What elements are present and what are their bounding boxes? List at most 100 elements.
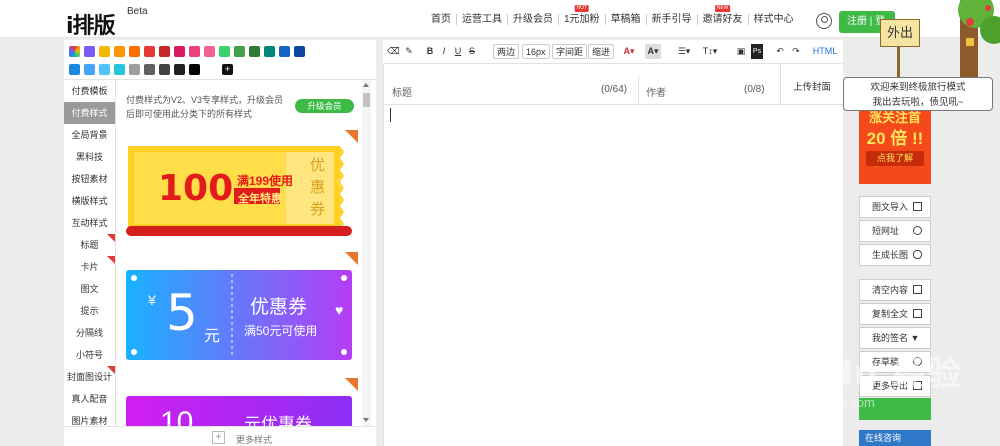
leftnav-item-image-text[interactable]: 图文	[64, 278, 115, 300]
color-swatch[interactable]	[114, 46, 125, 57]
leftnav-item-buttons[interactable]: 按钮素材	[64, 168, 115, 190]
field-divider	[638, 76, 639, 104]
color-swatch[interactable]	[174, 46, 185, 57]
color-swatch[interactable]	[174, 64, 185, 75]
nav-item-drafts[interactable]: 草稿箱	[606, 14, 647, 25]
eraser-icon[interactable]: ⌫	[387, 44, 400, 59]
color-swatch[interactable]	[159, 46, 170, 57]
nav-item-followers[interactable]: HOT 1元加粉	[559, 5, 606, 25]
bold-icon[interactable]: B	[425, 44, 435, 59]
leftnav-item-paid-templates[interactable]: 付费模板	[64, 80, 115, 102]
color-swatch[interactable]	[144, 64, 155, 75]
leftnav-item-horizontal[interactable]: 横版样式	[64, 190, 115, 212]
more-styles-label[interactable]: 更多样式	[236, 433, 272, 446]
coupon-style-card[interactable]: 10 元优惠券	[120, 378, 358, 426]
highlight-color-icon[interactable]: A▾	[645, 44, 661, 59]
color-swatch[interactable]	[219, 46, 230, 57]
color-swatch[interactable]	[249, 46, 260, 57]
leftnav-item-cover-design[interactable]: 封面图设计	[64, 366, 115, 388]
color-swatch[interactable]	[264, 46, 275, 57]
nav-item-style-center[interactable]: 样式中心	[749, 14, 799, 25]
indent-button[interactable]: 缩进	[588, 44, 615, 59]
letter-spacing-button[interactable]: 字间距	[552, 44, 588, 59]
color-swatch[interactable]	[159, 64, 170, 75]
coupon-graphic	[126, 396, 352, 426]
promo-learn-more-button[interactable]: 点我了解	[866, 151, 924, 166]
margin-button[interactable]: 两边	[493, 44, 520, 59]
copy-all-button[interactable]: 复制全文	[859, 303, 931, 325]
short-url-button[interactable]: 短网址	[859, 220, 931, 242]
title-field-label[interactable]: 标题	[392, 84, 412, 99]
undo-icon[interactable]: ↶	[775, 44, 785, 59]
trash-icon	[913, 285, 922, 294]
strikethrough-icon[interactable]: S	[467, 44, 477, 59]
favorite-heart-icon[interactable]: ♡	[336, 176, 349, 193]
redo-icon[interactable]: ↷	[791, 44, 801, 59]
leftnav-item-interactive[interactable]: 互动样式	[64, 212, 115, 234]
font-size-select[interactable]: 16px	[522, 44, 550, 59]
nav-item-home[interactable]: 首页	[426, 14, 457, 25]
coupon-style-card[interactable]: 100 满199使用 全年特惠 优惠券 ♡	[120, 130, 358, 240]
user-icon[interactable]	[816, 13, 832, 29]
nav-item-guide[interactable]: 新手引导	[647, 14, 698, 25]
text-style-icon[interactable]: T↕▾	[701, 44, 719, 59]
style-panel-scrollbar[interactable]	[362, 80, 371, 426]
photoshop-icon[interactable]: Ps	[751, 44, 763, 59]
upload-cover-button[interactable]: 上传封面	[793, 79, 831, 93]
scroll-up-icon[interactable]	[363, 83, 369, 87]
watermark-brand: Baidu 经验	[765, 354, 962, 394]
color-swatch[interactable]	[129, 64, 140, 75]
color-swatch[interactable]	[84, 64, 95, 75]
leftnav-item-title[interactable]: 标题	[64, 234, 115, 256]
color-swatch[interactable]	[189, 64, 200, 75]
color-swatch[interactable]	[99, 64, 110, 75]
clear-content-button[interactable]: 清空内容	[859, 279, 931, 301]
logo[interactable]: i排版	[66, 8, 116, 40]
color-swatch[interactable]	[144, 46, 155, 57]
add-color-icon[interactable]: +	[222, 64, 233, 75]
color-picker-icon[interactable]	[69, 46, 80, 57]
scroll-down-icon[interactable]	[363, 418, 369, 422]
hand-icon	[913, 250, 922, 259]
leftnav-item-global-bg[interactable]: 全局背景	[64, 124, 115, 146]
online-consult-button[interactable]: 在线咨询	[859, 430, 931, 446]
top-bar: i排版 Beta 首页 运营工具 升级会员 HOT 1元加粉 草稿箱 新手引导 N…	[0, 0, 1000, 40]
leftnav-item-voice[interactable]: 真人配音	[64, 388, 115, 410]
favorite-heart-icon[interactable]: ♥	[335, 302, 343, 318]
nav-item-ops-tools[interactable]: 运营工具	[457, 14, 508, 25]
leftnav-item-paid-styles[interactable]: 付费样式	[64, 102, 115, 124]
format-brush-icon[interactable]: ✎	[403, 44, 415, 59]
top-nav: 首页 运营工具 升级会员 HOT 1元加粉 草稿箱 新手引导 NEW 邀请好友 样式…	[426, 5, 799, 25]
leftnav-item-tech[interactable]: 黑科技	[64, 146, 115, 168]
color-swatch[interactable]	[189, 46, 200, 57]
color-swatch[interactable]	[99, 46, 110, 57]
color-swatch[interactable]	[279, 46, 290, 57]
align-icon[interactable]: ☰▾	[675, 44, 693, 59]
author-field-label[interactable]: 作者	[646, 84, 666, 99]
color-swatch[interactable]	[114, 64, 125, 75]
italic-icon[interactable]: I	[439, 44, 449, 59]
color-swatch[interactable]	[69, 64, 80, 75]
leftnav-item-symbols[interactable]: 小符号	[64, 344, 115, 366]
more-styles-icon[interactable]: +	[212, 431, 225, 444]
underline-icon[interactable]: U	[453, 44, 463, 59]
font-color-icon[interactable]: A▾	[621, 44, 637, 59]
color-swatch[interactable]	[84, 46, 95, 57]
nav-item-invite[interactable]: NEW 邀请好友	[698, 5, 749, 25]
coupon-style-card[interactable]: ¥ 5 元 优惠券 满50元可使用 ♥	[120, 252, 358, 368]
scroll-thumb[interactable]	[363, 93, 370, 107]
leftnav-item-card[interactable]: 卡片	[64, 256, 115, 278]
long-image-button[interactable]: 生成长图	[859, 244, 931, 266]
link-icon	[913, 226, 922, 235]
import-article-button[interactable]: 图文导入	[859, 196, 931, 218]
upgrade-member-button[interactable]: 升级会员	[295, 99, 354, 113]
color-swatch[interactable]	[234, 46, 245, 57]
html-mode-button[interactable]: HTML	[811, 44, 839, 59]
nav-item-upgrade[interactable]: 升级会员	[508, 14, 559, 25]
leftnav-item-divider[interactable]: 分隔线	[64, 322, 115, 344]
color-swatch[interactable]	[294, 46, 305, 57]
leftnav-item-tips[interactable]: 提示	[64, 300, 115, 322]
color-swatch[interactable]	[204, 46, 215, 57]
image-icon[interactable]: ▣	[735, 44, 747, 59]
color-swatch[interactable]	[129, 46, 140, 57]
